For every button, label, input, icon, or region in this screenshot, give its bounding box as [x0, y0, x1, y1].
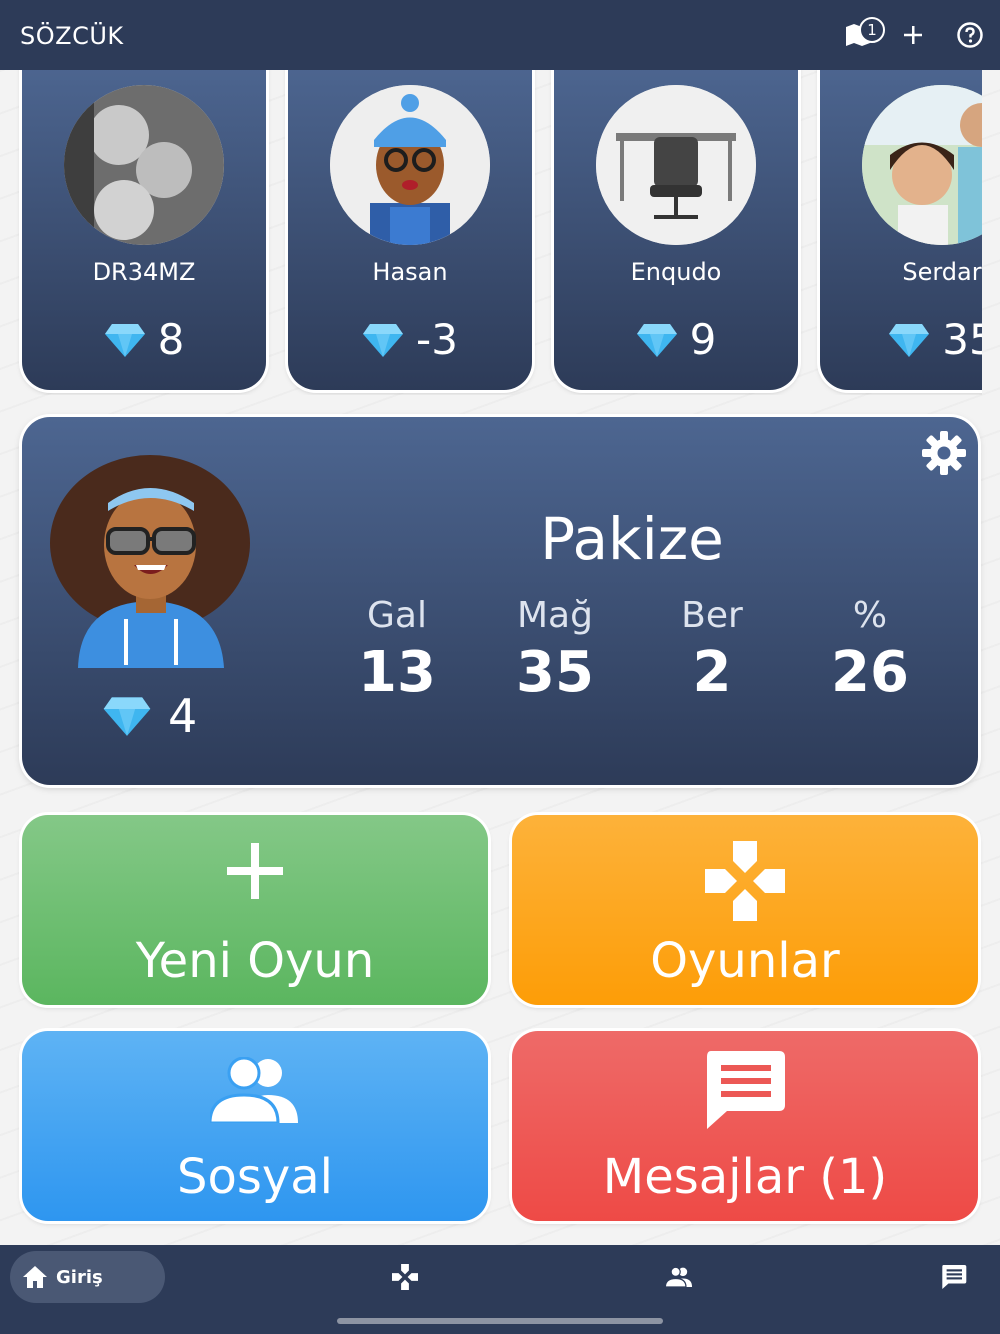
- nav-messages-tab[interactable]: [940, 1263, 968, 1291]
- notification-badge: 1: [859, 17, 885, 43]
- friend-gem-count: 35: [942, 315, 982, 364]
- diamond-icon: [636, 323, 677, 357]
- add-button[interactable]: [895, 17, 931, 53]
- profile-gems: 4: [102, 689, 197, 743]
- stat-value: 2: [692, 640, 732, 705]
- diamond-icon: [103, 697, 151, 736]
- diamond-icon: [104, 323, 145, 357]
- home-icon: [23, 1266, 47, 1288]
- stat-value: 35: [516, 640, 594, 705]
- profile-gem-count: 4: [168, 689, 198, 743]
- top-bar: SÖZCÜK 1: [0, 0, 1000, 70]
- friend-name: Hasan: [372, 258, 448, 286]
- friend-card[interactable]: Hasan -3: [288, 70, 532, 390]
- app-title: SÖZCÜK: [20, 22, 124, 50]
- stat-value: 13: [358, 640, 436, 705]
- avatar: [596, 85, 756, 245]
- stat-label: Mağ: [517, 595, 593, 636]
- new-game-label: Yeni Oyun: [135, 933, 375, 989]
- messages-button[interactable]: Mesajlar (1): [512, 1031, 978, 1221]
- people-icon: [665, 1267, 693, 1287]
- friend-card[interactable]: Serdar 35: [820, 70, 982, 390]
- friend-gem-count: 9: [689, 315, 717, 364]
- notifications-button[interactable]: 1: [843, 17, 885, 53]
- settings-button[interactable]: [920, 429, 968, 481]
- gamepad-icon: [512, 841, 978, 921]
- diamond-icon: [363, 323, 404, 357]
- gear-icon: [922, 431, 966, 475]
- friend-card[interactable]: Enqudo 9: [554, 70, 798, 390]
- stat-draws: Ber 2: [652, 595, 772, 705]
- messages-label: Mesajlar (1): [602, 1149, 888, 1205]
- friend-gems: 35: [820, 315, 982, 364]
- social-label: Sosyal: [177, 1149, 333, 1205]
- nav-home-label: Giriş: [56, 1266, 103, 1288]
- plus-icon: [904, 26, 922, 44]
- avatar: [64, 85, 224, 245]
- message-icon: [512, 1051, 978, 1129]
- friend-name: Enqudo: [630, 258, 722, 286]
- stat-wins: Gal 13: [337, 595, 457, 705]
- stat-percent: % 26: [810, 595, 930, 705]
- message-icon: [942, 1265, 967, 1289]
- profile-name: Pakize: [540, 505, 724, 573]
- stat-value: 26: [831, 640, 909, 705]
- nav-social-tab[interactable]: [665, 1263, 693, 1291]
- plus-icon: [22, 841, 488, 901]
- friend-gems: -3: [288, 315, 532, 364]
- stat-label: Ber: [681, 595, 743, 636]
- help-icon: [957, 22, 983, 48]
- avatar: [330, 85, 490, 245]
- games-label: Oyunlar: [650, 933, 840, 989]
- gamepad-icon: [392, 1264, 418, 1290]
- friend-gem-count: 8: [157, 315, 185, 364]
- home-indicator: [337, 1318, 663, 1324]
- friend-card[interactable]: DR34MZ 8: [22, 70, 266, 390]
- stat-losses: Mağ 35: [495, 595, 615, 705]
- help-button[interactable]: [952, 17, 988, 53]
- stat-label: Gal: [367, 595, 427, 636]
- friend-gem-count: -3: [416, 315, 458, 364]
- nav-games-tab[interactable]: [391, 1263, 419, 1291]
- people-icon: [22, 1057, 488, 1123]
- social-button[interactable]: Sosyal: [22, 1031, 488, 1221]
- friend-gems: 9: [554, 315, 798, 364]
- friend-name: Serdar: [902, 258, 982, 286]
- diamond-icon: [889, 323, 930, 357]
- friends-carousel[interactable]: DR34MZ 8 Hasan -3 Enqudo 9 Serdar 3: [0, 70, 982, 395]
- avatar: [862, 85, 982, 245]
- friend-gems: 8: [22, 315, 266, 364]
- new-game-button[interactable]: Yeni Oyun: [22, 815, 488, 1005]
- profile-avatar[interactable]: [50, 453, 254, 668]
- stat-label: %: [852, 595, 888, 636]
- profile-card[interactable]: 4 Pakize Gal 13 Mağ 35 Ber 2 % 26: [22, 417, 978, 785]
- nav-home-tab[interactable]: Giriş: [10, 1251, 165, 1303]
- friend-name: DR34MZ: [92, 258, 196, 286]
- games-button[interactable]: Oyunlar: [512, 815, 978, 1005]
